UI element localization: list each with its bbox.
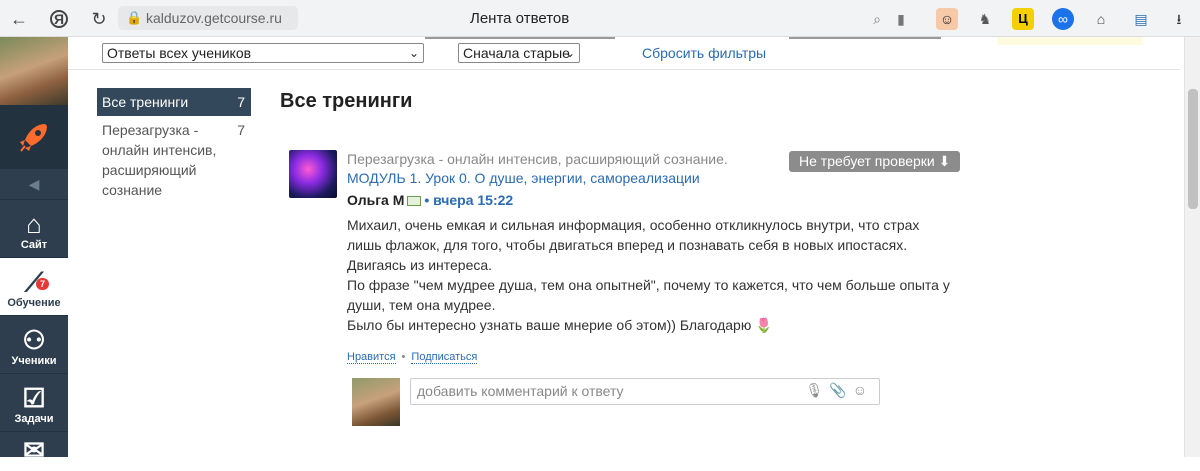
lesson-thumbnail[interactable] — [289, 150, 337, 198]
filters-row: Ответы всех учеников ⌄ Сначала старые ⌄ … — [68, 37, 1180, 70]
answer-paragraph: Было бы интересно узнать ваше мнерие об … — [347, 317, 773, 333]
sidebar-item-label: Сайт — [20, 239, 48, 251]
answer-breadcrumb: Перезагрузка - онлайн интенсив, расширяю… — [347, 150, 787, 188]
lock-icon: 🔒 — [126, 10, 143, 25]
sidebar-item-mail[interactable]: ✉ — [0, 431, 68, 471]
subscribe-link[interactable]: Подписаться — [411, 351, 478, 364]
order-select[interactable]: Сначала старые ⌄ — [458, 43, 580, 63]
zoom-icon[interactable]: ⌕ — [866, 8, 888, 30]
course-item-label: Все тренинги — [102, 94, 189, 110]
extension-cow-icon[interactable]: ♞ — [974, 8, 996, 30]
reset-filters-link[interactable]: Сбросить фильтры — [642, 45, 766, 61]
like-link[interactable]: Нравится — [347, 351, 396, 364]
filter-field-edge — [425, 37, 615, 39]
course-item-count: 7 — [237, 94, 245, 110]
checkbox-icon: ☑ — [22, 383, 46, 413]
paperclip-icon[interactable]: 📎 — [829, 382, 852, 398]
author-name[interactable]: Ольга М — [347, 192, 404, 208]
filter-field-edge — [789, 37, 941, 39]
notice-panel — [997, 37, 1143, 45]
back-arrow-icon[interactable]: ← — [8, 8, 30, 30]
users-icon: ⚇ — [22, 325, 46, 355]
course-list: Все тренинги 7 Перезагрузка - онлайн инт… — [97, 88, 251, 204]
microphone-icon[interactable]: 🎙 — [805, 382, 829, 398]
rocket-icon[interactable] — [0, 105, 68, 169]
extension-ts-icon[interactable]: Ц — [1012, 8, 1034, 30]
chevron-down-icon: ⌄ — [564, 46, 575, 60]
separator-dot: • — [401, 351, 406, 363]
sidebar-item-learning[interactable]: ⟋ 7 Обучение — [0, 257, 68, 315]
address-bar[interactable]: 🔒 kalduzov.getcourse.ru — [118, 6, 298, 30]
course-item-reboot[interactable]: Перезагрузка - онлайн интенсив, расширяю… — [97, 116, 251, 204]
course-name: Перезагрузка - онлайн интенсив, расширяю… — [347, 151, 728, 167]
extension-avatar-icon[interactable]: ☺ — [936, 8, 958, 30]
smiley-icon[interactable]: ☺ — [853, 382, 873, 398]
page-title: Все тренинги — [280, 90, 413, 112]
chevron-down-icon: ⌄ — [408, 46, 419, 60]
notification-badge: 7 — [36, 278, 50, 290]
answer-actions: Нравится • Подписаться — [347, 351, 478, 364]
answer-author-line: Ольга М • вчера 15:22 — [347, 192, 514, 208]
course-item-label: Перезагрузка - онлайн интенсив, расширяю… — [102, 122, 217, 198]
sidebar-item-site[interactable]: ⌂ Сайт — [0, 199, 68, 257]
lesson-link[interactable]: МОДУЛЬ 1. Урок 0. О душе, энергии, самор… — [347, 170, 700, 186]
envelope-icon: ✉ — [23, 435, 45, 465]
bookmark-icon[interactable]: ▮ — [890, 8, 912, 30]
sidebar-item-tasks[interactable]: ☑ Задачи — [0, 373, 68, 431]
url-text: kalduzov.getcourse.ru — [146, 10, 282, 26]
status-badge[interactable]: Не требует проверки ⬇ — [789, 151, 961, 172]
reload-icon[interactable]: ↻ — [88, 8, 110, 30]
students-select[interactable]: Ответы всех учеников ⌄ — [102, 43, 424, 63]
app-sidebar: ◀ ⌂ Сайт ⟋ 7 Обучение ⚇ Ученики ☑ Задачи… — [0, 37, 68, 465]
comment-placeholder: добавить комментарий к ответу — [417, 383, 624, 399]
sidebar-item-label: Ученики — [11, 355, 57, 367]
extension-infinity-icon[interactable]: ∞ — [1052, 8, 1074, 30]
answer-paragraph: По фразе "чем мудрее душа, тем она опытн… — [347, 277, 950, 313]
extension-shirt-icon[interactable]: ⌂ — [1090, 8, 1112, 30]
order-select-value: Сначала старые — [463, 45, 570, 61]
downloads-icon[interactable]: ⭳ — [1168, 8, 1190, 30]
sidebar-item-students[interactable]: ⚇ Ученики — [0, 315, 68, 373]
yandex-logo-icon[interactable]: Я — [50, 10, 68, 28]
course-item-all[interactable]: Все тренинги 7 — [97, 88, 251, 116]
answer-paragraph: Михаил, очень емкая и сильная информация… — [347, 217, 920, 273]
answer-time[interactable]: вчера 15:22 — [433, 192, 513, 208]
course-item-count: 7 — [237, 122, 245, 138]
scrollbar[interactable] — [1184, 37, 1200, 457]
comment-input[interactable]: добавить комментарий к ответу 🎙📎☺ — [410, 378, 880, 405]
students-select-value: Ответы всех учеников — [107, 45, 252, 61]
sidebar-item-label: Обучение — [7, 297, 61, 309]
user-avatar[interactable] — [0, 37, 68, 105]
home-icon: ⌂ — [26, 209, 42, 239]
money-icon — [407, 196, 422, 207]
commenter-avatar — [352, 378, 400, 426]
sidebar-item-label: Задачи — [14, 413, 54, 425]
page-title-tab: Лента ответов — [470, 10, 570, 27]
extension-doc-icon[interactable]: ▤ — [1130, 8, 1152, 30]
scrollbar-thumb[interactable] — [1188, 89, 1198, 209]
speaker-icon[interactable]: ◀ — [0, 169, 68, 199]
answer-text: Михаил, очень емкая и сильная информация… — [347, 215, 957, 335]
browser-toolbar: ← Я ↻ 🔒 kalduzov.getcourse.ru Лента отве… — [0, 0, 1200, 37]
